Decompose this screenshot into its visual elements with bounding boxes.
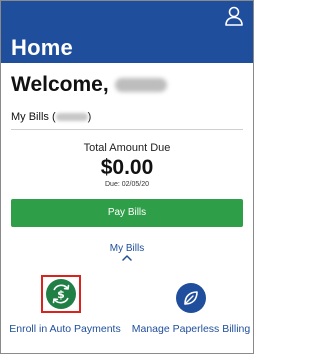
app-header: Home: [1, 1, 253, 63]
manage-paperless-billing-action[interactable]: Manage Paperless Billing: [131, 279, 251, 336]
enroll-auto-payments-label: Enroll in Auto Payments: [9, 323, 121, 335]
page-title: Home: [11, 35, 73, 60]
pay-bills-button[interactable]: Pay Bills: [11, 199, 243, 227]
highlight-box: [41, 275, 81, 313]
welcome-heading: Welcome,: [11, 73, 167, 97]
chevron-up-icon[interactable]: [122, 255, 132, 261]
app-frame: Home Welcome, My Bills () Total Amount D…: [0, 0, 254, 354]
total-amount-label: Total Amount Due: [83, 142, 171, 154]
auto-payments-icon-wrap: $: [41, 275, 85, 319]
person-icon: [225, 6, 243, 26]
redacted-user-name: [114, 78, 167, 93]
welcome-greeting: Welcome,: [11, 73, 109, 96]
profile-button[interactable]: [223, 5, 245, 27]
enroll-auto-payments-action[interactable]: $ Enroll in Auto Payments: [5, 275, 125, 336]
paperless-icon-wrap: [171, 279, 211, 319]
divider: [11, 129, 243, 130]
manage-paperless-billing-label: Manage Paperless Billing: [131, 323, 251, 335]
my-bills-account: My Bills (): [11, 111, 91, 123]
redacted-account-number: [55, 113, 88, 122]
leaf-icon[interactable]: [176, 283, 206, 313]
total-amount-value: $0.00: [100, 156, 154, 179]
leaf-glyph: [184, 291, 198, 305]
my-bills-suffix: ): [87, 111, 92, 123]
my-bills-link[interactable]: My Bills: [1, 243, 253, 254]
due-date: Due: 02/05/20: [105, 181, 149, 188]
my-bills-prefix: My Bills (: [11, 111, 56, 123]
